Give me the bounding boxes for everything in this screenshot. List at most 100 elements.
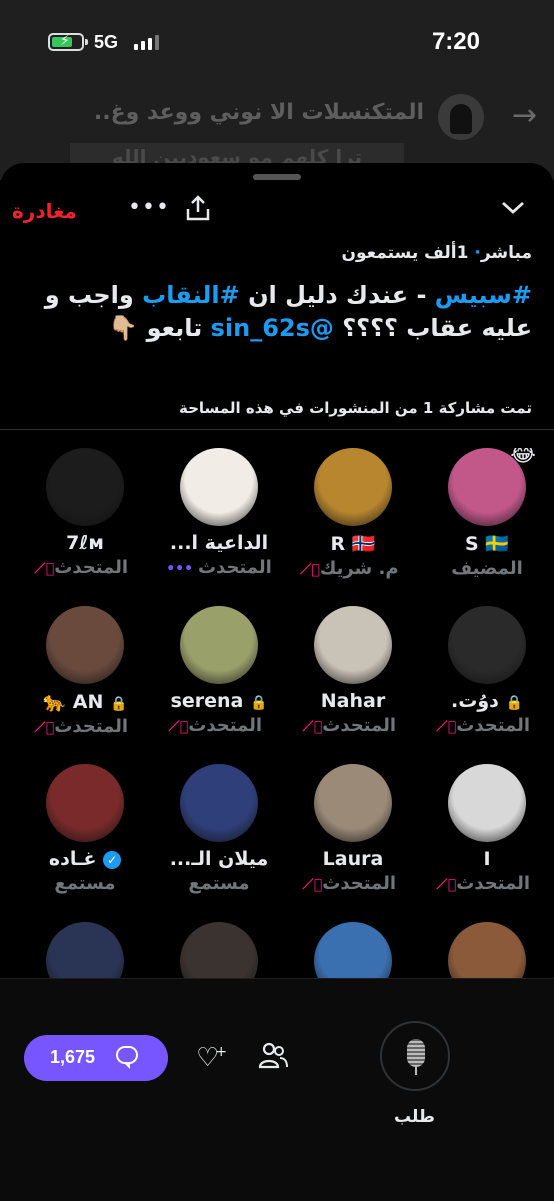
request-mic-button[interactable] bbox=[380, 1021, 450, 1091]
clock: 7:20 bbox=[431, 28, 480, 55]
participant-role: مستمع bbox=[152, 873, 286, 894]
participant-name: 🔒 serena bbox=[152, 690, 286, 712]
lock-icon: 🔒 bbox=[110, 696, 128, 712]
participant[interactable]: Nahar المتحدث🎙̸ bbox=[286, 606, 420, 736]
participant-role-text: المتحدث bbox=[322, 715, 397, 736]
participant[interactable] bbox=[18, 922, 152, 978]
participant-name: S 🇸🇪 bbox=[420, 532, 554, 555]
avatar[interactable] bbox=[314, 606, 392, 684]
avatar[interactable] bbox=[448, 606, 526, 684]
participant-role-text: المتحدث bbox=[197, 557, 272, 578]
participant-name: ميلان الـ... bbox=[152, 848, 286, 870]
participant-name: 7ℓм bbox=[18, 532, 152, 554]
participant[interactable]: I المتحدث🎙̸ bbox=[420, 764, 554, 894]
live-label: مباشر bbox=[480, 243, 532, 263]
participant-role-text: المتحدث bbox=[54, 716, 129, 737]
participant-name-text: غـاده bbox=[48, 848, 97, 870]
participant-name: Laura bbox=[286, 848, 420, 870]
battery-icon: ⚡ bbox=[48, 33, 88, 51]
reply-count: 1,675 bbox=[50, 1047, 96, 1067]
avatar[interactable] bbox=[46, 448, 124, 526]
avatar[interactable] bbox=[180, 922, 258, 978]
participant-role-text: مستمع bbox=[188, 873, 250, 894]
request-label: طلب bbox=[394, 1107, 435, 1127]
participant-name: I bbox=[420, 848, 554, 870]
participant-role: المتحدث🎙̸ bbox=[420, 715, 554, 736]
participant-name: 🔒 AN 🐆 bbox=[18, 690, 152, 713]
participant[interactable] bbox=[286, 922, 420, 978]
participant[interactable] bbox=[152, 922, 286, 978]
leave-button[interactable]: مغادرة bbox=[12, 199, 77, 223]
participant[interactable]: Laura المتحدث🎙̸ bbox=[286, 764, 420, 894]
heart-add-icon[interactable]: ♡+ bbox=[196, 1043, 231, 1073]
participant-role: المتحدث🎙̸ bbox=[286, 715, 420, 736]
participant[interactable]: الداعية ا... المتحدث ••• bbox=[152, 448, 286, 578]
participant[interactable]: ✓ غـاده مستمع bbox=[18, 764, 152, 894]
participant-role: المتحدث ••• bbox=[152, 557, 286, 578]
microphone-icon bbox=[407, 1039, 425, 1067]
participant-role: المتحدث🎙̸ bbox=[18, 716, 152, 737]
participant-role-text: المتحدث bbox=[188, 715, 263, 736]
participant-role: المتحدث🎙̸ bbox=[152, 715, 286, 736]
share-icon[interactable] bbox=[183, 193, 213, 223]
participant-name-text: S 🇸🇪 bbox=[465, 533, 509, 555]
avatar[interactable] bbox=[448, 922, 526, 978]
more-icon[interactable]: ••• bbox=[128, 195, 170, 220]
avatar[interactable] bbox=[46, 764, 124, 842]
participant-role-text: مستمع bbox=[54, 873, 116, 894]
participant-role-text: المتحدث bbox=[456, 715, 531, 736]
title-link[interactable]: @sin_62s bbox=[211, 314, 334, 342]
title-link[interactable]: #سبيس bbox=[435, 281, 532, 309]
title-link[interactable]: #النقاب bbox=[142, 281, 240, 309]
participant-name-text: R 🇳🇴 bbox=[330, 533, 376, 555]
sheet-grabber[interactable] bbox=[253, 174, 301, 180]
participant-name-text: serena bbox=[170, 690, 244, 712]
avatar[interactable] bbox=[180, 606, 258, 684]
background-avatar bbox=[438, 94, 484, 140]
lock-icon: 🔒 bbox=[250, 695, 268, 711]
network-label: 5G bbox=[94, 32, 119, 52]
participant-role: مستمع bbox=[18, 873, 152, 894]
participant[interactable]: R 🇳🇴 م. شريك🎙̸ bbox=[286, 448, 420, 579]
participant[interactable]: 🔒 دوُت. المتحدث🎙̸ bbox=[420, 606, 554, 736]
participant[interactable] bbox=[420, 922, 554, 978]
bottom-bar: 1,675 ♡+ طلب bbox=[0, 978, 554, 1201]
space-title: #سبيس - عندك دليل ان #النقاب واجب و عليه… bbox=[20, 279, 532, 345]
avatar[interactable] bbox=[180, 764, 258, 842]
participant-name-text: AN 🐆 bbox=[42, 691, 104, 713]
people-icon[interactable] bbox=[258, 1041, 288, 1069]
participant-role: المتحدث🎙̸ bbox=[286, 873, 420, 894]
avatar[interactable] bbox=[314, 764, 392, 842]
avatar[interactable] bbox=[314, 448, 392, 526]
participant-role: المتحدث🎙̸ bbox=[420, 873, 554, 894]
participant[interactable]: 🔒 AN 🐆 المتحدث🎙̸ bbox=[18, 606, 152, 737]
participant-role: المضيف bbox=[420, 558, 554, 579]
divider bbox=[0, 429, 554, 430]
mic-muted-icon: 🎙̸ bbox=[311, 562, 320, 578]
participant[interactable]: 😂 S 🇸🇪 المضيف bbox=[420, 448, 554, 579]
participant-role-text: المضيف bbox=[451, 558, 523, 579]
live-status: مباشر· 1ألف يستمعون bbox=[341, 243, 532, 263]
avatar[interactable] bbox=[314, 922, 392, 978]
participant-role-text: المتحدث bbox=[322, 873, 397, 894]
chevron-down-icon[interactable] bbox=[500, 197, 526, 217]
reaction-emoji: 😂 bbox=[510, 448, 536, 467]
participant-grid: 😂 S 🇸🇪 المضيف R 🇳🇴 م. شريك🎙̸ الداعية ا... المت… bbox=[0, 448, 554, 978]
arrow-right-icon: → bbox=[512, 98, 538, 133]
avatar[interactable] bbox=[46, 922, 124, 978]
shared-posts-note[interactable]: تمت مشاركة 1 من المنشورات في هذه المساحة bbox=[179, 399, 532, 417]
participant-name-text: ميلان الـ... bbox=[169, 848, 269, 870]
participant-name: R 🇳🇴 bbox=[286, 532, 420, 555]
participant[interactable]: 🔒 serena المتحدث🎙̸ bbox=[152, 606, 286, 736]
participant-name-text: 7ℓм bbox=[66, 532, 104, 554]
participant[interactable]: 7ℓм المتحدث🎙̸ bbox=[18, 448, 152, 578]
replies-button[interactable]: 1,675 bbox=[24, 1035, 168, 1081]
participant[interactable]: ميلان الـ... مستمع bbox=[152, 764, 286, 894]
participant-name: ✓ غـاده bbox=[18, 848, 152, 870]
avatar[interactable] bbox=[180, 448, 258, 526]
avatar[interactable] bbox=[448, 764, 526, 842]
participant-name-text: دوُت. bbox=[451, 690, 499, 712]
speaking-icon: ••• bbox=[166, 561, 198, 577]
participant-role: م. شريك🎙̸ bbox=[286, 558, 420, 579]
avatar[interactable] bbox=[46, 606, 124, 684]
